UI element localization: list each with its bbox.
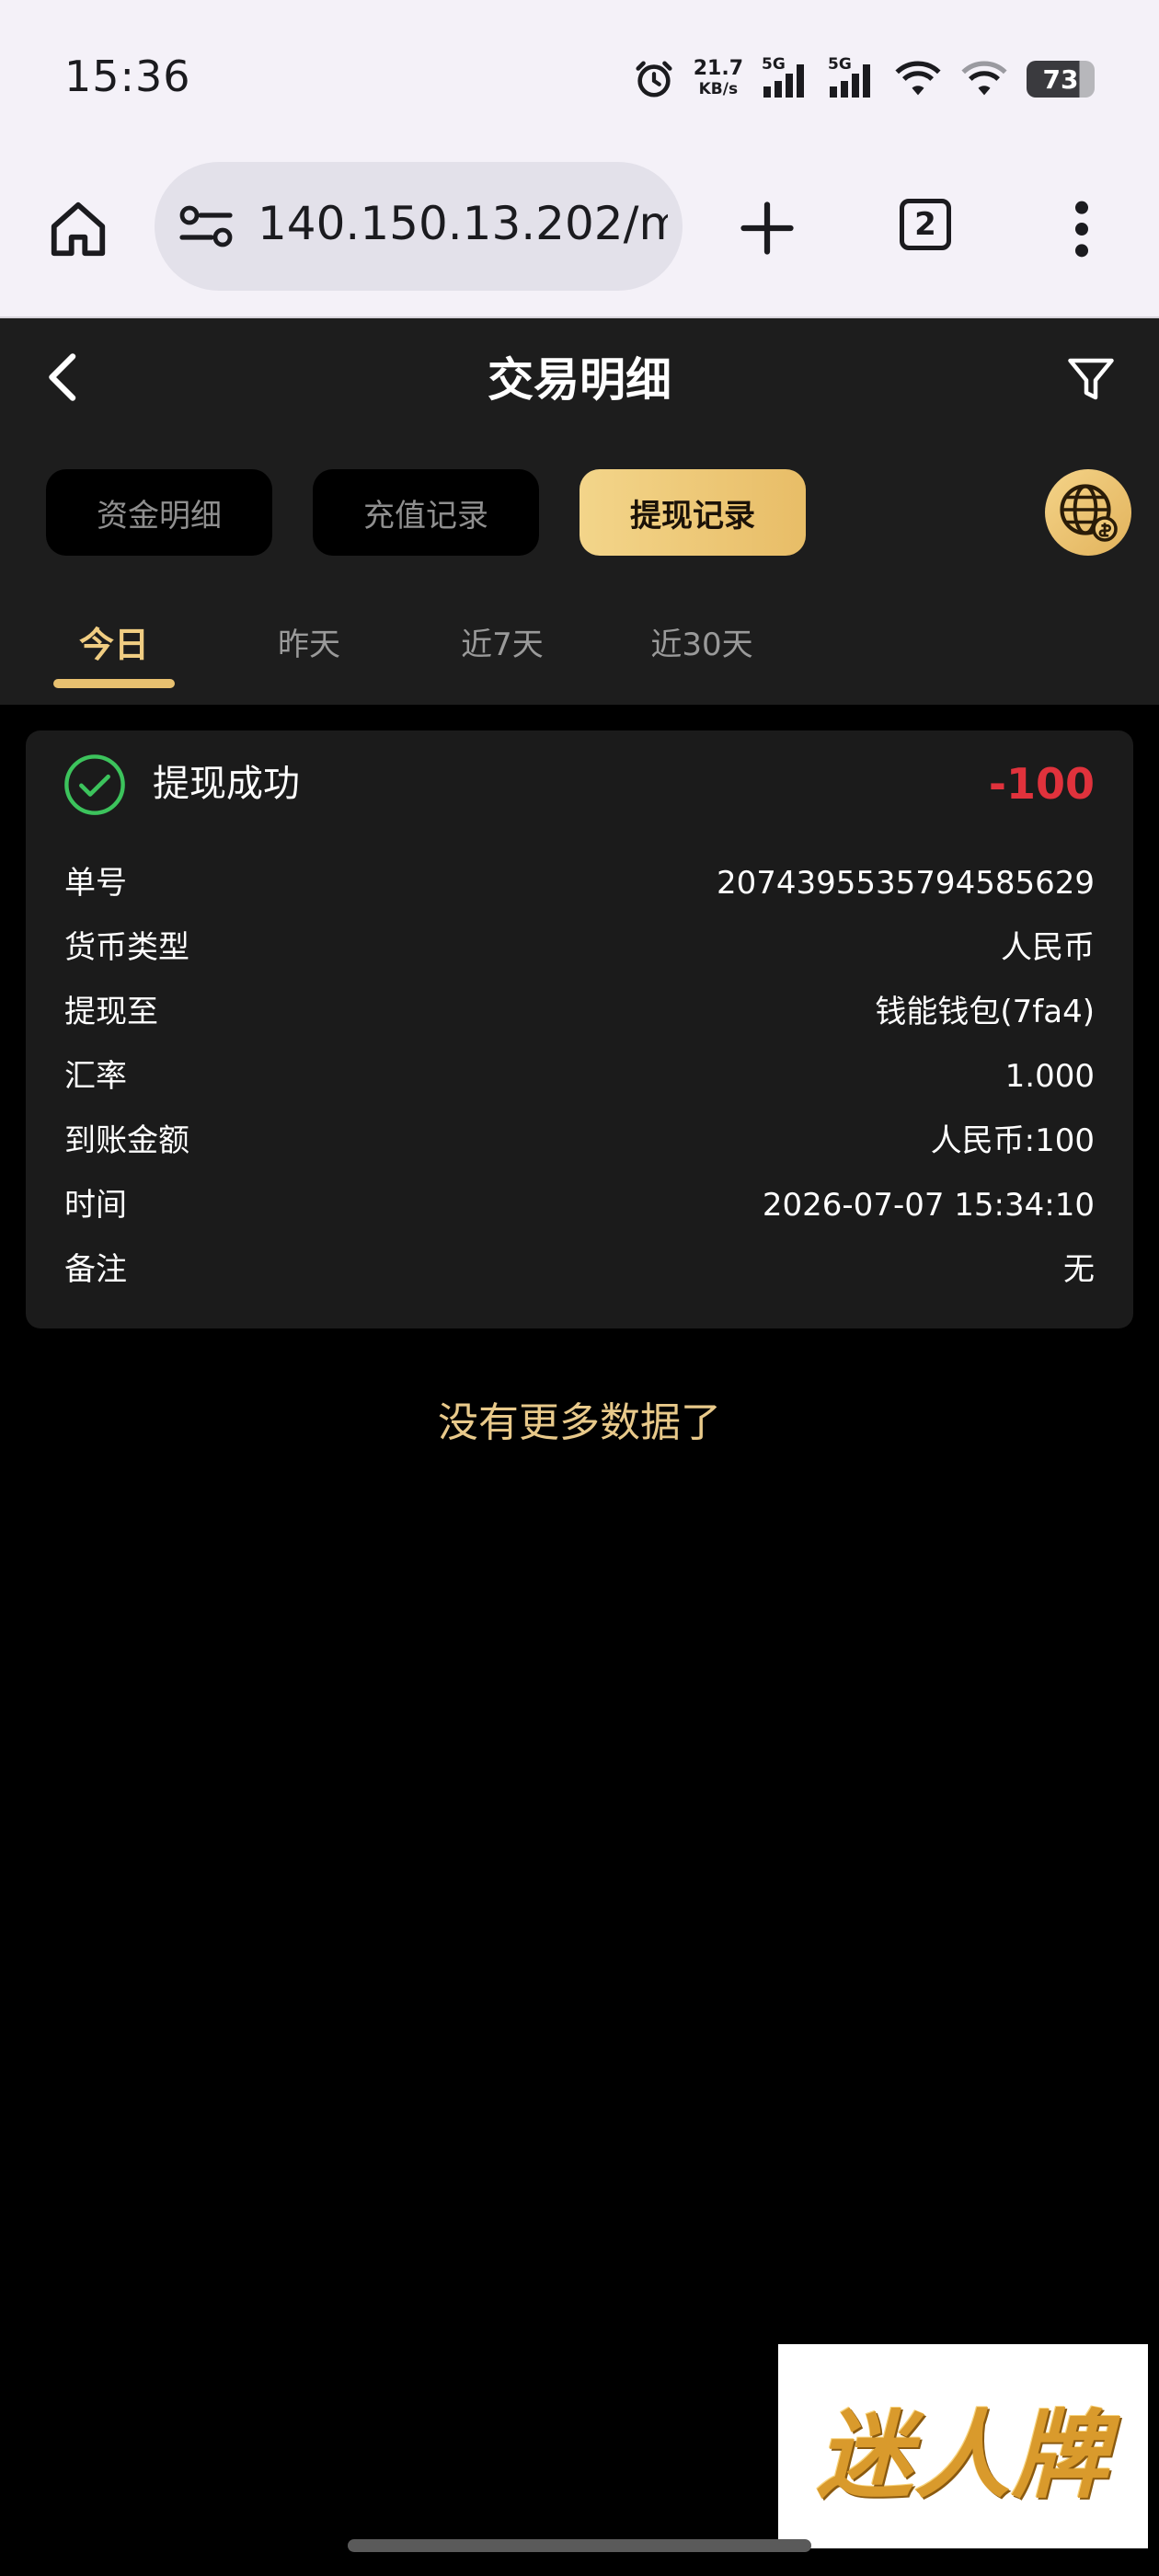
home-indicator[interactable] [348,2539,811,2552]
alarm-icon [636,61,672,98]
wifi-icon [961,61,1007,96]
watermark-text: 迷人牌 [816,2398,1109,2512]
plus-icon[interactable] [736,197,798,259]
day-tab-30days[interactable]: 近30天 [635,622,769,668]
row-label: 提现至 [64,994,158,1030]
row-label: 货币类型 [64,929,189,966]
record-status: 提现成功 [153,763,300,805]
row-label: 单号 [64,865,127,902]
battery-icon: 73 [1027,61,1095,98]
active-tab-indicator [53,679,175,688]
record-row-received: 到账金额 人民币:100 [64,1115,1095,1167]
battery-level: 73 [1042,63,1079,95]
globe-icon [1060,484,1118,542]
no-more-data-text: 没有更多数据了 [438,1399,721,1446]
watermark-logo: 迷人牌 [778,2344,1148,2548]
row-value: 人民币:100 [930,1122,1095,1159]
row-value: 钱能钱包(7fa4) [875,994,1095,1030]
browser-toolbar: 140.150.13.202/m 2 [0,156,1159,318]
withdraw-record-card[interactable]: 提现成功 -100 单号 2074395535794585629 货币类型 人民… [26,730,1133,1328]
page-title: 交易明细 [488,353,671,407]
tab-count: 2 [914,206,936,243]
day-tab-label: 今日 [78,625,149,665]
segment-fund-details[interactable]: 资金明细 [46,469,272,556]
more-icon[interactable] [1061,197,1102,261]
home-icon[interactable] [46,197,110,261]
status-bar: 15:36 21.7 KB/s 5G 5G 73 [0,0,1159,156]
segment-label: 提现记录 [630,497,755,535]
status-time: 15:36 [64,52,191,101]
row-value: 无 [1063,1251,1095,1288]
site-settings-icon[interactable] [178,202,234,250]
segment-withdraw-records[interactable]: 提现记录 [580,469,806,556]
row-label: 汇率 [64,1058,127,1095]
day-tab-label: 近30天 [650,627,753,663]
record-row-rate: 汇率 1.000 [64,1051,1095,1102]
signal-2: 5G [828,55,876,99]
success-check-icon [64,754,125,815]
day-tab-label: 昨天 [278,627,340,663]
row-label: 备注 [64,1251,127,1288]
segment-recharge-records[interactable]: 充值记录 [313,469,539,556]
row-value: 人民币 [1001,929,1095,966]
row-label: 到账金额 [64,1122,189,1159]
record-row-currency: 货币类型 人民币 [64,922,1095,973]
row-value: 1.000 [1004,1058,1095,1095]
address-bar[interactable]: 140.150.13.202/m [155,162,683,291]
record-row-remark: 备注 无 [64,1244,1095,1295]
record-row-order-no: 单号 2074395535794585629 [64,857,1095,909]
segment-label: 充值记录 [363,497,488,535]
url-text: 140.150.13.202/m [258,197,668,250]
row-label: 时间 [64,1187,127,1224]
day-tab-yesterday[interactable]: 昨天 [254,622,364,668]
record-row-time: 时间 2026-07-07 15:34:10 [64,1179,1095,1231]
net-speed-unit: KB/s [698,80,739,98]
segment-label: 资金明细 [97,497,222,535]
app-root: 15:36 21.7 KB/s 5G 5G 73 140.150.13.202/… [0,0,1159,2576]
currency-globe-button[interactable] [1045,469,1131,556]
signal-icon [830,64,870,98]
filter-icon[interactable] [1063,351,1119,407]
row-value: 2026-07-07 15:34:10 [762,1187,1095,1224]
day-tab-7days[interactable]: 近7天 [447,622,557,668]
signal-1: 5G [762,55,809,99]
row-value: 2074395535794585629 [716,865,1095,902]
signal-icon [763,64,804,98]
day-tab-today[interactable]: 今日 [53,622,175,668]
status-icons: 21.7 KB/s 5G 5G 73 [633,52,1095,107]
net-speed-value: 21.7 [693,57,743,80]
day-tab-label: 近7天 [461,627,544,663]
net-speed: 21.7 KB/s [694,59,743,99]
page-header: 交易明细 资金明细 充值记录 提现记录 今日 昨天 近7天 近30天 [0,318,1159,705]
tab-switcher-button[interactable]: 2 [900,199,951,250]
wifi-icon [895,61,941,96]
record-row-withdraw-to: 提现至 钱能钱包(7fa4) [64,986,1095,1038]
record-amount: -100 [988,759,1095,809]
